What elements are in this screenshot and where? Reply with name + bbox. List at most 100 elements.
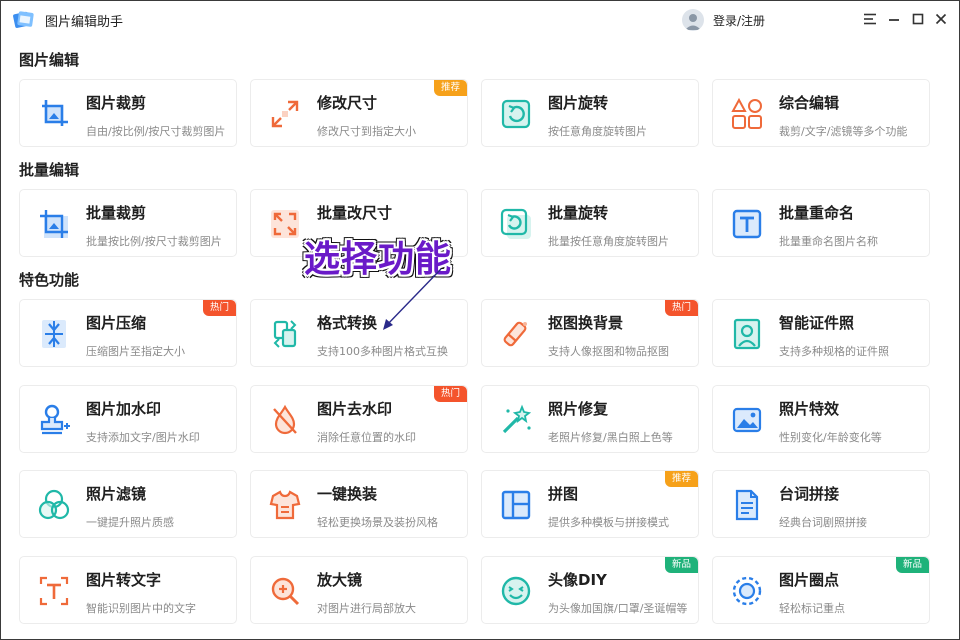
batch-rotate-icon bbox=[500, 208, 531, 239]
card-combo-edit[interactable]: 综合编辑 裁剪/文字/滤镜等多个功能 bbox=[712, 79, 930, 147]
batch-crop-icon bbox=[40, 210, 68, 238]
card-desc: 经典台词剧照拼接 bbox=[779, 516, 867, 529]
card-desc: 为头像加国旗/口罩/圣诞帽等 bbox=[548, 602, 688, 615]
card-title: 抠图换背景 bbox=[548, 314, 624, 332]
section-title-features: 特色功能 bbox=[19, 271, 80, 289]
card-crop[interactable]: 图片裁剪 自由/按比例/按尺寸裁剪图片 bbox=[19, 79, 237, 147]
card-title: 照片特效 bbox=[779, 400, 840, 418]
section-title-batch-edit: 批量编辑 bbox=[19, 161, 80, 179]
card-photo-filter[interactable]: 照片滤镜 一键提升照片质感 bbox=[19, 470, 237, 538]
card-circle-mark[interactable]: 新品 图片圈点 轻松标记重点 bbox=[712, 556, 930, 624]
card-desc: 对图片进行局部放大 bbox=[317, 602, 416, 615]
card-desc: 压缩图片至指定大小 bbox=[86, 345, 185, 358]
smiley-face-icon bbox=[501, 576, 531, 606]
card-desc: 提供多种模板与拼接模式 bbox=[548, 516, 669, 529]
shapes-icon bbox=[731, 97, 762, 129]
card-title: 图片压缩 bbox=[86, 314, 147, 332]
card-remove-watermark[interactable]: 热门 图片去水印 消除任意位置的水印 bbox=[250, 385, 468, 453]
badge-recommended: 推荐 bbox=[664, 471, 698, 487]
card-desc: 轻松标记重点 bbox=[779, 602, 845, 615]
card-title: 格式转换 bbox=[317, 314, 378, 332]
card-image-to-text[interactable]: 图片转文字 智能识别图片中的文字 bbox=[19, 556, 237, 624]
magic-wand-icon bbox=[502, 404, 532, 434]
badge-hot: 热门 bbox=[664, 300, 698, 316]
batch-resize-icon bbox=[271, 210, 299, 238]
compress-icon bbox=[42, 320, 66, 348]
card-desc: 按任意角度旋转图片 bbox=[548, 125, 647, 138]
card-rotate[interactable]: 图片旋转 按任意角度旋转图片 bbox=[481, 79, 699, 147]
card-title: 批量改尺寸 bbox=[317, 204, 393, 222]
badge-recommended: 推荐 bbox=[433, 80, 467, 96]
card-avatar-diy[interactable]: 新品 头像DIY 为头像加国旗/口罩/圣诞帽等 bbox=[481, 556, 699, 624]
card-desc: 支持多种规格的证件照 bbox=[779, 345, 889, 358]
annotation-arrow-icon bbox=[383, 268, 442, 330]
card-cutout[interactable]: 热门 抠图换背景 支持人像抠图和物品抠图 bbox=[481, 299, 699, 367]
card-desc: 支持人像抠图和物品抠图 bbox=[548, 345, 669, 358]
section-title-image-edit: 图片编辑 bbox=[19, 51, 80, 69]
card-title: 批量旋转 bbox=[548, 204, 609, 222]
card-add-watermark[interactable]: 图片加水印 支持添加文字/图片水印 bbox=[19, 385, 237, 453]
maximize-button[interactable] bbox=[909, 10, 927, 28]
menu-button[interactable] bbox=[861, 10, 879, 28]
card-photo-effects[interactable]: 照片特效 性别变化/年龄变化等 bbox=[712, 385, 930, 453]
user-avatar-icon[interactable] bbox=[682, 9, 704, 31]
card-desc: 支持100多种图片格式互换 bbox=[317, 345, 448, 358]
card-desc: 裁剪/文字/滤镜等多个功能 bbox=[779, 125, 908, 138]
card-batch-crop[interactable]: 批量裁剪 批量按比例/按尺寸裁剪图片 bbox=[19, 189, 237, 257]
no-drop-icon bbox=[273, 404, 297, 435]
card-desc: 批量按任意角度旋转图片 bbox=[548, 235, 669, 248]
card-title: 图片加水印 bbox=[86, 400, 162, 418]
app-logo-icon bbox=[13, 11, 34, 28]
card-compress[interactable]: 热门 图片压缩 压缩图片至指定大小 bbox=[19, 299, 237, 367]
minimize-button[interactable] bbox=[885, 10, 903, 28]
text-rename-icon bbox=[732, 209, 762, 239]
document-stitch-icon bbox=[735, 489, 759, 521]
rotate-icon bbox=[501, 99, 531, 129]
card-title: 放大镜 bbox=[317, 571, 363, 589]
card-collage[interactable]: 推荐 拼图 提供多种模板与拼接模式 bbox=[481, 470, 699, 538]
image-effects-icon bbox=[732, 407, 762, 433]
close-button[interactable] bbox=[932, 10, 950, 28]
card-magnifier[interactable]: 放大镜 对图片进行局部放大 bbox=[250, 556, 468, 624]
card-title: 图片旋转 bbox=[548, 94, 609, 112]
card-outfit-change[interactable]: 一键换装 轻松更换场景及装扮风格 bbox=[250, 470, 468, 538]
collage-grid-icon bbox=[501, 490, 531, 520]
card-title: 照片修复 bbox=[548, 400, 609, 418]
maximize-icon bbox=[912, 13, 924, 25]
card-title: 拼图 bbox=[548, 485, 579, 503]
stamp-icon bbox=[40, 404, 70, 435]
badge-hot: 热门 bbox=[433, 386, 467, 402]
card-desc: 智能识别图片中的文字 bbox=[86, 602, 196, 615]
convert-icon bbox=[273, 320, 297, 348]
badge-new: 新品 bbox=[895, 557, 929, 573]
eraser-icon bbox=[503, 321, 527, 347]
card-title: 修改尺寸 bbox=[317, 94, 378, 112]
badge-new: 新品 bbox=[664, 557, 698, 573]
card-resize[interactable]: 推荐 修改尺寸 修改尺寸到指定大小 bbox=[250, 79, 468, 147]
card-desc: 批量重命名图片名称 bbox=[779, 235, 878, 248]
login-register-link[interactable]: 登录/注册 bbox=[713, 12, 765, 29]
card-desc: 消除任意位置的水印 bbox=[317, 431, 416, 444]
resize-icon bbox=[271, 100, 299, 128]
badge-hot: 热门 bbox=[202, 300, 236, 316]
menu-icon bbox=[864, 13, 876, 25]
card-batch-rotate[interactable]: 批量旋转 批量按任意角度旋转图片 bbox=[481, 189, 699, 257]
close-icon bbox=[935, 13, 947, 25]
card-desc: 性别变化/年龄变化等 bbox=[779, 431, 882, 444]
card-subtitle-stitch[interactable]: 台词拼接 经典台词剧照拼接 bbox=[712, 470, 930, 538]
text-recognition-icon bbox=[39, 576, 69, 606]
card-photo-restore[interactable]: 照片修复 老照片修复/黑白照上色等 bbox=[481, 385, 699, 453]
card-desc: 批量按比例/按尺寸裁剪图片 bbox=[86, 235, 222, 248]
card-id-photo[interactable]: 智能证件照 支持多种规格的证件照 bbox=[712, 299, 930, 367]
card-batch-rename[interactable]: 批量重命名 批量重命名图片名称 bbox=[712, 189, 930, 257]
id-photo-icon bbox=[733, 318, 761, 350]
card-title: 照片滤镜 bbox=[86, 485, 147, 503]
card-title: 头像DIY bbox=[548, 571, 607, 589]
tshirt-icon bbox=[269, 490, 301, 520]
minimize-icon bbox=[889, 19, 899, 21]
card-desc: 支持添加文字/图片水印 bbox=[86, 431, 200, 444]
card-desc: 修改尺寸到指定大小 bbox=[317, 125, 416, 138]
card-title: 图片裁剪 bbox=[86, 94, 147, 112]
card-title: 图片转文字 bbox=[86, 571, 162, 589]
target-circle-icon bbox=[732, 576, 762, 606]
